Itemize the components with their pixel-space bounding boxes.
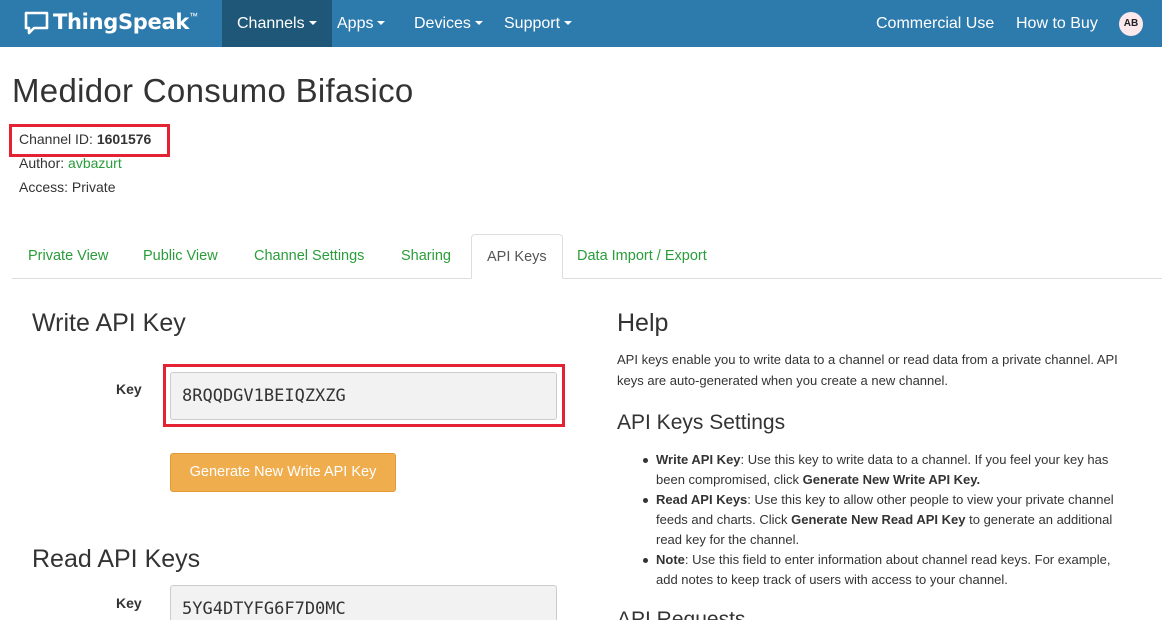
- help-settings-list: Write API Key: Use this key to write dat…: [633, 450, 1133, 590]
- tab-public-view[interactable]: Public View: [143, 234, 218, 279]
- tab-channel-settings[interactable]: Channel Settings: [254, 234, 364, 279]
- read-api-keys-title: Read API Keys: [32, 545, 201, 573]
- read-api-key-field[interactable]: 5YG4DTYFG6F7D0MC: [170, 585, 557, 620]
- nav-devices-label: Devices: [414, 15, 471, 32]
- nav-support-label: Support: [504, 15, 561, 32]
- avatar[interactable]: AB: [1119, 12, 1143, 36]
- channel-author: Author: avbazurt: [19, 155, 122, 171]
- chevron-down-icon: [474, 20, 483, 25]
- help-intro: API keys enable you to write data to a c…: [617, 352, 1118, 388]
- tab-data-import-export[interactable]: Data Import / Export: [577, 234, 707, 279]
- tab-api-keys[interactable]: API Keys: [471, 234, 563, 279]
- speech-bubble-logo-icon: [24, 11, 49, 35]
- generate-write-key-button[interactable]: Generate New Write API Key: [170, 453, 396, 492]
- brand-trademark: ™: [189, 11, 198, 21]
- list-item: Note: Use this field to enter informatio…: [633, 550, 1133, 590]
- nav-support[interactable]: Support: [504, 0, 573, 47]
- channel-id-highlight: [9, 124, 170, 157]
- help-item-term: Note: [656, 552, 685, 567]
- write-key-label: Key: [116, 381, 142, 397]
- help-title: Help: [617, 309, 669, 337]
- api-keys-settings-title: API Keys Settings: [617, 411, 786, 434]
- author-label: Author:: [19, 155, 69, 171]
- write-key-highlight: [163, 364, 565, 427]
- help-item-text: : Use this field to enter information ab…: [656, 552, 1111, 587]
- api-requests-title: API Requests: [617, 608, 746, 620]
- nav-apps-label: Apps: [337, 15, 374, 32]
- tab-private-view[interactable]: Private View: [28, 234, 108, 279]
- nav-channels[interactable]: Channels: [222, 0, 332, 47]
- page-title: Medidor Consumo Bifasico: [12, 72, 414, 109]
- help-item-term: Generate New Read API Key: [791, 512, 966, 527]
- list-item: Write API Key: Use this key to write dat…: [633, 450, 1133, 490]
- tab-sharing[interactable]: Sharing: [401, 234, 451, 279]
- chevron-down-icon: [308, 20, 317, 25]
- access-value: Private: [71, 179, 116, 195]
- chevron-down-icon: [564, 20, 573, 25]
- nav-channels-label: Channels: [237, 15, 305, 32]
- help-item-term: Read API Keys: [656, 492, 748, 507]
- write-api-key-title: Write API Key: [32, 309, 186, 337]
- chevron-down-icon: [377, 20, 386, 25]
- nav-devices[interactable]: Devices: [414, 0, 483, 47]
- channel-tabs: Private View Public View Channel Setting…: [12, 234, 1162, 279]
- nav-commercial-use[interactable]: Commercial Use: [876, 0, 994, 47]
- read-key-label: Key: [116, 595, 142, 611]
- author-link[interactable]: avbazurt: [68, 155, 122, 171]
- top-navbar: ThingSpeak ™ Channels Apps Devices Suppo…: [0, 0, 1162, 47]
- nav-apps[interactable]: Apps: [337, 0, 386, 47]
- help-item-term: Generate New Write API Key.: [802, 472, 981, 487]
- nav-how-to-buy[interactable]: How to Buy: [1016, 0, 1098, 47]
- access-label: Access:: [19, 179, 72, 195]
- brand-name: ThingSpeak: [53, 10, 189, 34]
- thingspeak-logo[interactable]: ThingSpeak ™: [24, 9, 198, 39]
- help-item-term: Write API Key: [656, 452, 741, 467]
- channel-access: Access: Private: [19, 179, 115, 195]
- list-item: Read API Keys: Use this key to allow oth…: [633, 490, 1133, 550]
